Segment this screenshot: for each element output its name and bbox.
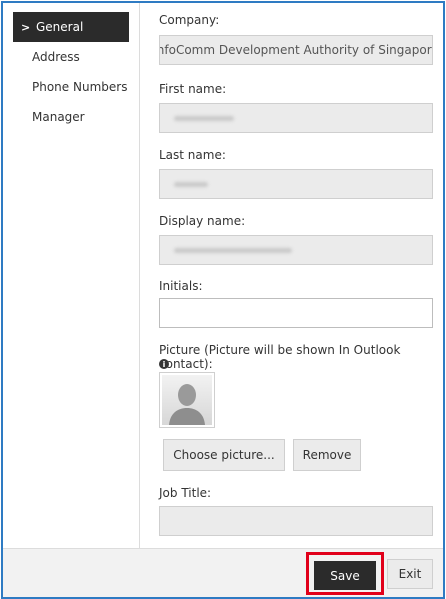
save-highlight: Save [306, 552, 384, 595]
redacted-value [174, 248, 292, 253]
display-name-field[interactable] [159, 235, 433, 265]
initials-label: Initials: [159, 279, 203, 293]
dialog-frame: > General Address Phone Numbers Manager … [1, 1, 445, 599]
sidebar-item-label: Address [32, 50, 80, 64]
company-field: InfoComm Development Authority of Singap… [159, 35, 433, 65]
redacted-value [174, 182, 208, 187]
sidebar-item-address[interactable]: Address [13, 42, 129, 72]
first-name-label: First name: [159, 82, 227, 96]
sidebar-item-general[interactable]: > General [13, 12, 129, 42]
sidebar-item-manager[interactable]: Manager [13, 102, 129, 132]
sidebar-item-label: Phone Numbers [32, 80, 128, 94]
job-title-label: Job Title: [159, 486, 212, 500]
info-icon: i [159, 359, 169, 369]
general-form: Company: InfoComm Development Authority … [140, 3, 443, 548]
chevron-right-icon: > [21, 20, 31, 34]
exit-button[interactable]: Exit [387, 559, 433, 589]
initials-input[interactable] [159, 298, 433, 328]
dialog-footer: Save Exit [3, 548, 443, 597]
last-name-label: Last name: [159, 148, 226, 162]
picture-label: Picture (Picture will be shown In Outloo… [159, 343, 401, 371]
last-name-field[interactable] [159, 169, 433, 199]
avatar [159, 372, 215, 428]
sidebar-item-label: General [36, 20, 84, 34]
choose-picture-button[interactable]: Choose picture... [163, 439, 285, 471]
job-title-field[interactable] [159, 506, 433, 536]
display-name-label: Display name: [159, 214, 246, 228]
sidebar-item-label: Manager [32, 110, 85, 124]
user-silhouette-icon [162, 375, 212, 425]
first-name-field[interactable] [159, 103, 433, 133]
company-label: Company: [159, 13, 220, 27]
remove-picture-button[interactable]: Remove [293, 439, 361, 471]
redacted-value [174, 116, 234, 121]
sidebar-item-phone-numbers[interactable]: Phone Numbers [13, 72, 129, 102]
save-button[interactable]: Save [314, 561, 376, 590]
sidebar-nav: > General Address Phone Numbers Manager [3, 3, 140, 548]
